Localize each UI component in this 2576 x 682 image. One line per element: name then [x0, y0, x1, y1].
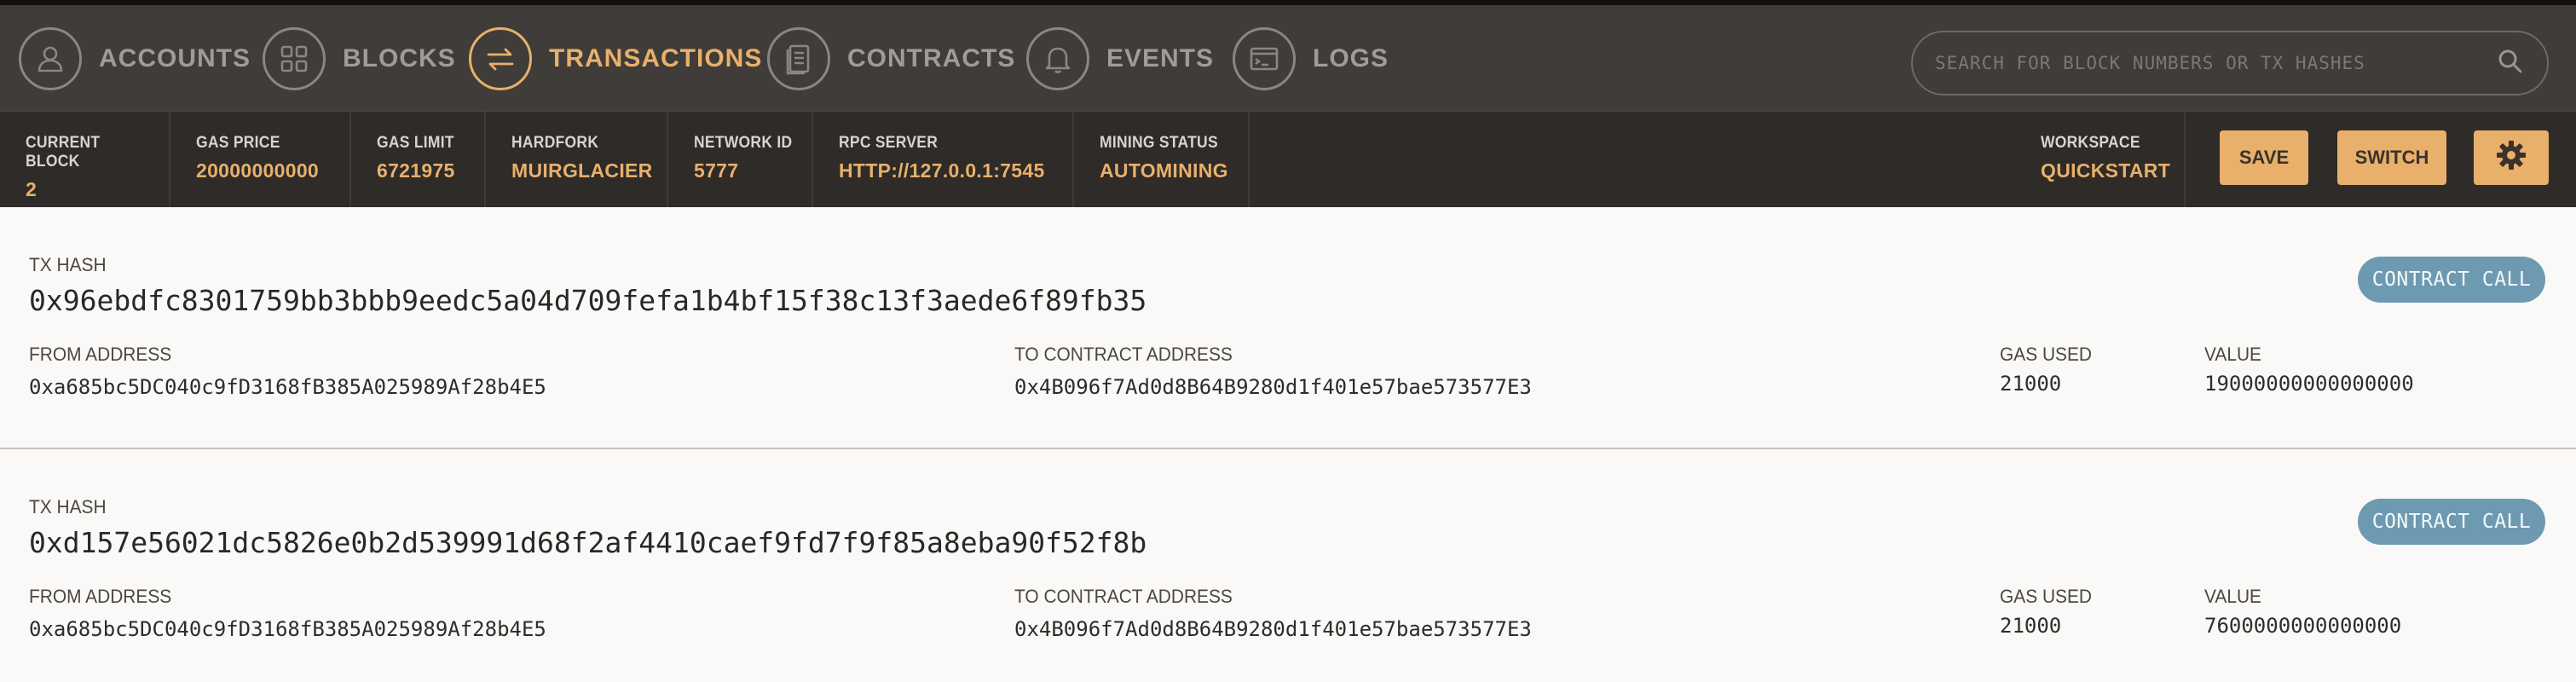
stat-value: MUIRGLACIER	[511, 159, 653, 182]
gas-used-label: GAS USED	[2000, 586, 2093, 607]
value-label: VALUE	[2204, 586, 2261, 607]
tx-value: 19000000000000000	[2204, 372, 2414, 396]
stat-label: CURRENT BLOCK	[26, 134, 101, 170]
gas-used: 21000	[2000, 614, 2062, 638]
transfer-arrows-icon	[469, 27, 532, 90]
stat-value: QUICKSTART	[2041, 159, 2171, 182]
stat-rpc-server: RPC SERVER HTTP://127.0.0.1:7545	[813, 112, 1074, 208]
stat-hardfork: HARDFORK MUIRGLACIER	[486, 112, 668, 208]
stat-value: 20000000000	[196, 159, 320, 182]
value-label: VALUE	[2204, 344, 2261, 365]
to-contract-address: 0x4B096f7Ad0d8B64B9280d1f401e57bae573577…	[1014, 375, 1532, 399]
stat-mining-status: MINING STATUS AUTOMINING	[1074, 112, 1250, 208]
tx-value: 7600000000000000	[2204, 614, 2402, 638]
stat-label: RPC SERVER	[839, 134, 939, 152]
save-button[interactable]: SAVE	[2220, 130, 2308, 185]
from-address-label: FROM ADDRESS	[29, 344, 172, 365]
stat-label: NETWORK ID	[694, 134, 793, 152]
nav-transactions[interactable]: TRANSACTIONS	[469, 26, 762, 92]
to-contract-address: 0x4B096f7Ad0d8B64B9280d1f401e57bae573577…	[1014, 617, 1532, 641]
switch-button[interactable]: SWITCH	[2337, 130, 2446, 185]
terminal-icon	[1233, 27, 1296, 90]
search-input[interactable]	[1935, 53, 2496, 73]
contract-call-badge: CONTRACT CALL	[2358, 257, 2545, 303]
search-box	[1911, 31, 2549, 95]
gas-used-label: GAS USED	[2000, 344, 2093, 365]
search-icon[interactable]	[2496, 47, 2525, 80]
stat-current-block: CURRENT BLOCK 2	[0, 112, 170, 208]
user-icon	[19, 27, 82, 90]
nav-accounts[interactable]: ACCOUNTS	[19, 26, 251, 92]
stat-gas-price: GAS PRICE 20000000000	[170, 112, 351, 208]
nav-logs-label: LOGS	[1313, 44, 1389, 72]
gas-used: 21000	[2000, 372, 2062, 396]
stat-value: AUTOMINING	[1100, 159, 1228, 182]
to-contract-address-label: TO CONTRACT ADDRESS	[1014, 586, 1233, 607]
stat-workspace: WORKSPACE QUICKSTART	[2015, 112, 2186, 208]
transaction-card[interactable]: TX HASH 0x96ebdfc8301759bb3bbb9eedc5a04d…	[0, 207, 2576, 449]
nav-logs[interactable]: LOGS	[1233, 26, 1389, 92]
stat-label: GAS PRICE	[196, 134, 280, 152]
nav-events-label: EVENTS	[1106, 44, 1215, 72]
tx-hash: 0xd157e56021dc5826e0b2d539991d68f2af4410…	[29, 526, 1147, 559]
blocks-icon	[263, 27, 326, 90]
tx-hash-label: TX HASH	[29, 254, 107, 275]
stat-value: 5777	[694, 159, 739, 182]
status-bar: CURRENT BLOCK 2 GAS PRICE 20000000000 GA…	[0, 111, 2576, 208]
document-icon	[767, 27, 830, 90]
stat-label: GAS LIMIT	[377, 134, 454, 152]
to-contract-address-label: TO CONTRACT ADDRESS	[1014, 344, 1233, 365]
stat-label: WORKSPACE	[2041, 134, 2140, 152]
stat-label: MINING STATUS	[1100, 134, 1218, 152]
nav-contracts-label: CONTRACTS	[847, 44, 1016, 72]
stat-gas-limit: GAS LIMIT 6721975	[351, 112, 486, 208]
contract-call-badge: CONTRACT CALL	[2358, 499, 2545, 545]
bell-icon	[1026, 27, 1089, 90]
from-address-label: FROM ADDRESS	[29, 586, 172, 607]
tx-hash: 0x96ebdfc8301759bb3bbb9eedc5a04d709fefa1…	[29, 284, 1147, 317]
stat-label: HARDFORK	[511, 134, 599, 152]
nav-transactions-label: TRANSACTIONS	[549, 44, 763, 72]
from-address: 0xa685bc5DC040c9fD3168fB385A025989Af28b4…	[29, 617, 546, 641]
nav-events[interactable]: EVENTS	[1026, 26, 1214, 92]
stat-value: 2	[26, 178, 38, 200]
stat-value: 6721975	[377, 159, 455, 182]
tx-hash-label: TX HASH	[29, 496, 107, 517]
transaction-card[interactable]: TX HASH 0xd157e56021dc5826e0b2d539991d68…	[0, 449, 2576, 682]
top-navigation: ACCOUNTS BLOCKS TRANSACTIONS CONTRACTS E…	[0, 0, 2576, 111]
stat-network-id: NETWORK ID 5777	[668, 112, 813, 208]
gear-icon	[2494, 138, 2528, 177]
settings-button[interactable]	[2474, 130, 2549, 185]
nav-contracts[interactable]: CONTRACTS	[767, 26, 1015, 92]
nav-blocks[interactable]: BLOCKS	[263, 26, 456, 92]
from-address: 0xa685bc5DC040c9fD3168fB385A025989Af28b4…	[29, 375, 546, 399]
nav-accounts-label: ACCOUNTS	[99, 44, 251, 72]
stat-value: HTTP://127.0.0.1:7545	[839, 159, 1045, 182]
nav-blocks-label: BLOCKS	[343, 44, 456, 72]
